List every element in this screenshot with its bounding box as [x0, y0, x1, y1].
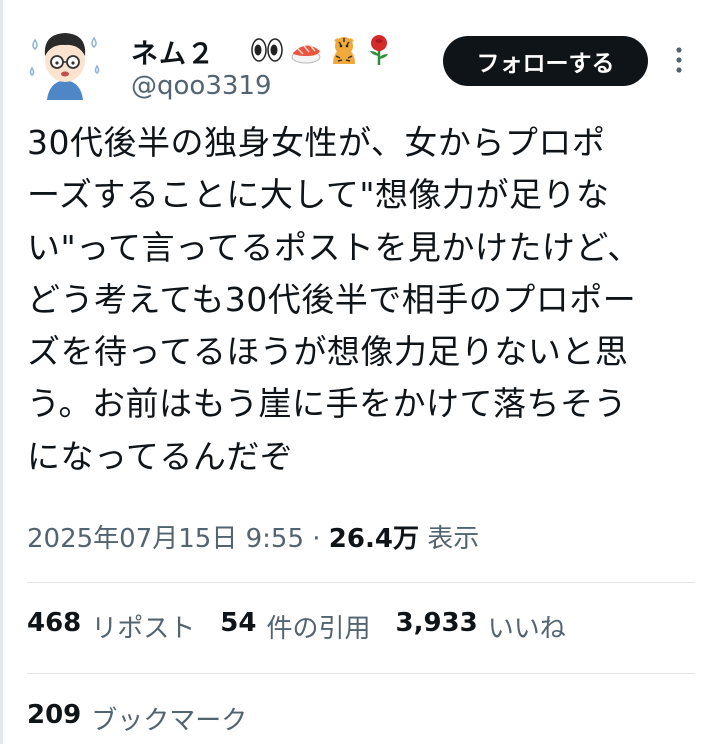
bookmarks-label: ブックマーク	[91, 706, 248, 736]
divider	[27, 673, 695, 674]
engagement-stats: 468 リポスト 54 件の引用 3,933 いいね	[27, 608, 566, 645]
tweet-text-line: う。お前はもう崖に手をかけて落ちそう	[27, 384, 628, 424]
reposts-count: 468	[27, 608, 82, 638]
quotes-count: 54	[220, 608, 257, 638]
bookmarks-count: 209	[27, 700, 82, 730]
tweet-text-line: い"って言ってるポストを見かけたけど、	[27, 227, 641, 267]
tweet-text-line: ズを待ってるほうが想像力足りないと思	[27, 332, 629, 372]
likes-count: 3,933	[395, 608, 478, 638]
tweet-text-line: ーズすることに大して"想像力が足りな	[27, 175, 610, 215]
reposts-stat[interactable]: 468 リポスト	[27, 608, 195, 645]
name-emoji-group	[250, 32, 392, 68]
likes-stat[interactable]: 3,933 いいね	[396, 608, 566, 645]
more-options-icon[interactable]	[668, 43, 690, 77]
tweet-text: 30代後半の独身女性が、女からプロポ ーズすることに大して"想像力が足りな い"…	[27, 117, 695, 483]
bookmarks-stat[interactable]: 209 ブックマーク	[27, 700, 247, 737]
rose-icon	[370, 35, 388, 65]
follow-button[interactable]: フォローする	[443, 36, 648, 86]
tweet-text-line: 30代後半の独身女性が、女からプロポ	[27, 123, 606, 162]
display-name[interactable]: ネム２	[131, 32, 215, 71]
views-label: 表示	[427, 524, 480, 554]
tweet-header: ネム２ @qoo3319 フォローする	[0, 0, 720, 112]
views-count: 26.4万	[328, 524, 419, 554]
sushi-icon	[291, 44, 321, 64]
likes-label: いいね	[487, 614, 566, 644]
user-handle[interactable]: @qoo3319	[131, 71, 272, 101]
tweet-meta: 2025年07月15日 9:55 · 26.4万 表示	[27, 518, 479, 555]
quotes-stat[interactable]: 54 件の引用	[220, 608, 370, 645]
tiger-icon	[333, 37, 355, 64]
eyes-icon	[251, 38, 283, 62]
post-datetime[interactable]: 2025年07月15日 9:55	[27, 524, 304, 554]
avatar[interactable]	[25, 20, 105, 100]
divider	[27, 582, 695, 583]
reposts-label: リポスト	[91, 614, 196, 644]
meta-separator: ·	[312, 524, 321, 554]
tweet-text-line: どう考えても30代後半で相手のプロポー	[27, 279, 637, 319]
tweet-text-line: になってるんだぞ	[27, 436, 294, 476]
quotes-label: 件の引用	[266, 614, 371, 644]
